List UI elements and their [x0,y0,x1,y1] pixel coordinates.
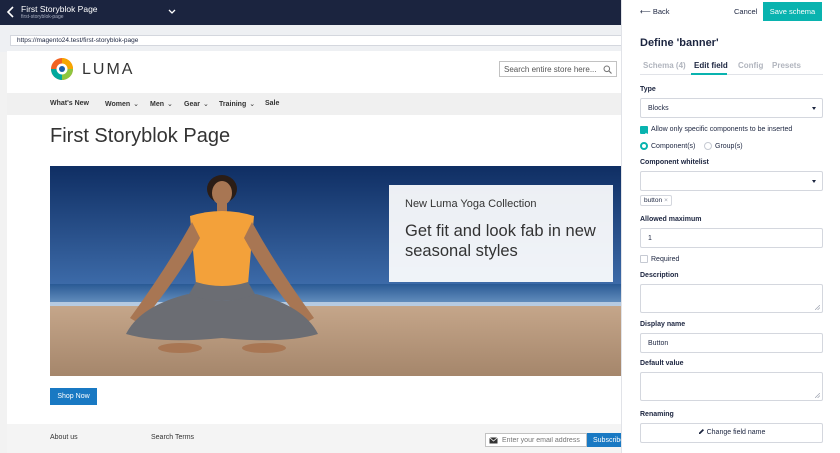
chevron-left-icon[interactable] [5,5,17,19]
back-button[interactable]: ⟵ Back [640,7,670,16]
nav-item-training[interactable]: Training ⌄ [219,100,255,108]
hero-banner[interactable]: New Luma Yoga Collection Get fit and loo… [50,166,621,376]
store-search-input[interactable]: Search entire store here... [499,61,617,77]
nav-item-women[interactable]: Women ⌄ [105,100,139,108]
tab-presets[interactable]: Presets [772,61,801,70]
chip-label: button [644,197,663,204]
cancel-button[interactable]: Cancel [734,7,757,16]
footer-link-search-terms[interactable]: Search Terms [151,434,194,441]
newsletter-email-input[interactable] [502,436,586,445]
display-name-label: Display name [640,321,686,328]
store-nav: What's New Women ⌄ Men ⌄ Gear ⌄ Training ⌄ S… [7,93,621,115]
radio-groups[interactable] [704,142,712,150]
nav-item-sale[interactable]: Sale [265,100,279,107]
story-header-bar: First Storyblok Page first-storyblok-pag… [0,0,621,25]
allowed-max-input[interactable]: 1 [640,228,823,248]
default-value-textarea[interactable] [640,372,823,401]
schema-tabs: Schema (4) Edit field Config Presets [640,58,823,75]
whitelist-chip-button: button × [640,195,672,206]
type-label: Type [640,86,656,93]
display-name-input[interactable]: Button [640,333,823,353]
nav-item-whats-new[interactable]: What's New [50,100,89,107]
page-preview: LUMA Search entire store here... What's … [7,51,621,453]
radio-groups-label: Group(s) [715,143,743,150]
story-slug: first-storyblok-page [21,14,64,20]
preview-url-field[interactable]: https://magento24.test/first-storyblok-p… [10,35,621,46]
banner-headline: Get fit and look fab in new seasonal sty… [405,222,596,260]
nav-item-gear[interactable]: Gear ⌄ [184,100,209,108]
radio-components[interactable] [640,142,648,150]
component-whitelist-select[interactable] [640,171,823,191]
chevron-down-icon: ⌄ [202,101,209,108]
remove-chip-icon[interactable]: × [664,197,668,204]
tab-config[interactable]: Config [738,61,763,70]
luma-logo-icon[interactable] [50,57,74,81]
footer-link-about[interactable]: About us [50,434,78,441]
page-title: First Storyblok Page [50,125,231,147]
chevron-down-icon: ⌄ [133,101,140,108]
whitelist-label: Component whitelist [640,159,709,166]
description-label: Description [640,272,679,279]
schema-heading: Define 'banner' [640,37,719,49]
arrow-left-icon: ⟵ [640,7,653,16]
tab-schema[interactable]: Schema (4) [643,61,686,70]
search-placeholder: Search entire store here... [504,65,597,74]
banner-kicker: New Luma Yoga Collection [405,198,537,210]
tab-edit-field[interactable]: Edit field [694,61,728,70]
shop-now-button[interactable]: Shop Now [50,388,97,405]
save-schema-button[interactable]: Save schema [763,2,822,21]
resize-handle-icon[interactable] [815,305,820,310]
required-label: Required [651,256,680,263]
subscribe-button[interactable]: Subscribe [587,433,621,447]
allow-specific-checkbox[interactable] [640,126,648,138]
checkmark-icon [641,132,647,138]
chevron-down-icon: ⌄ [167,101,173,108]
required-checkbox[interactable] [640,255,648,263]
change-field-name-button[interactable]: Change field name [640,423,823,443]
allow-specific-label: Allow only specific components to be ins… [651,126,793,133]
chevron-down-icon: ⌄ [249,101,256,108]
schema-editor-panel: ⟵ Back Cancel Save schema Define 'banner… [621,0,840,453]
pencil-icon [698,429,704,434]
caret-down-icon [812,180,816,183]
banner-text-box: New Luma Yoga Collection Get fit and loo… [389,185,613,282]
chevron-down-icon[interactable] [168,9,176,15]
type-select-value: Blocks [648,105,669,112]
change-field-name-label: Change field name [706,429,766,436]
store-footer: About us Search Terms Subscribe [7,424,621,453]
description-textarea[interactable] [640,284,823,313]
default-value-label: Default value [640,360,684,367]
type-select[interactable]: Blocks [640,98,823,118]
radio-components-label: Component(s) [651,143,696,150]
logo-wordmark: LUMA [82,61,135,78]
resize-handle-icon[interactable] [815,393,820,398]
allowed-max-label: Allowed maximum [640,216,702,223]
allowed-max-value: 1 [648,235,652,242]
caret-down-icon [812,107,816,110]
newsletter-email-wrapper [485,433,587,447]
active-tab-indicator [691,73,727,75]
nav-item-men[interactable]: Men ⌄ [150,100,173,108]
store-header: LUMA Search entire store here... [7,51,621,93]
display-name-placeholder: Button [648,340,669,347]
search-icon[interactable] [603,65,612,74]
envelope-icon [489,437,498,444]
story-title: First Storyblok Page [21,4,98,14]
renaming-label: Renaming [640,411,674,418]
